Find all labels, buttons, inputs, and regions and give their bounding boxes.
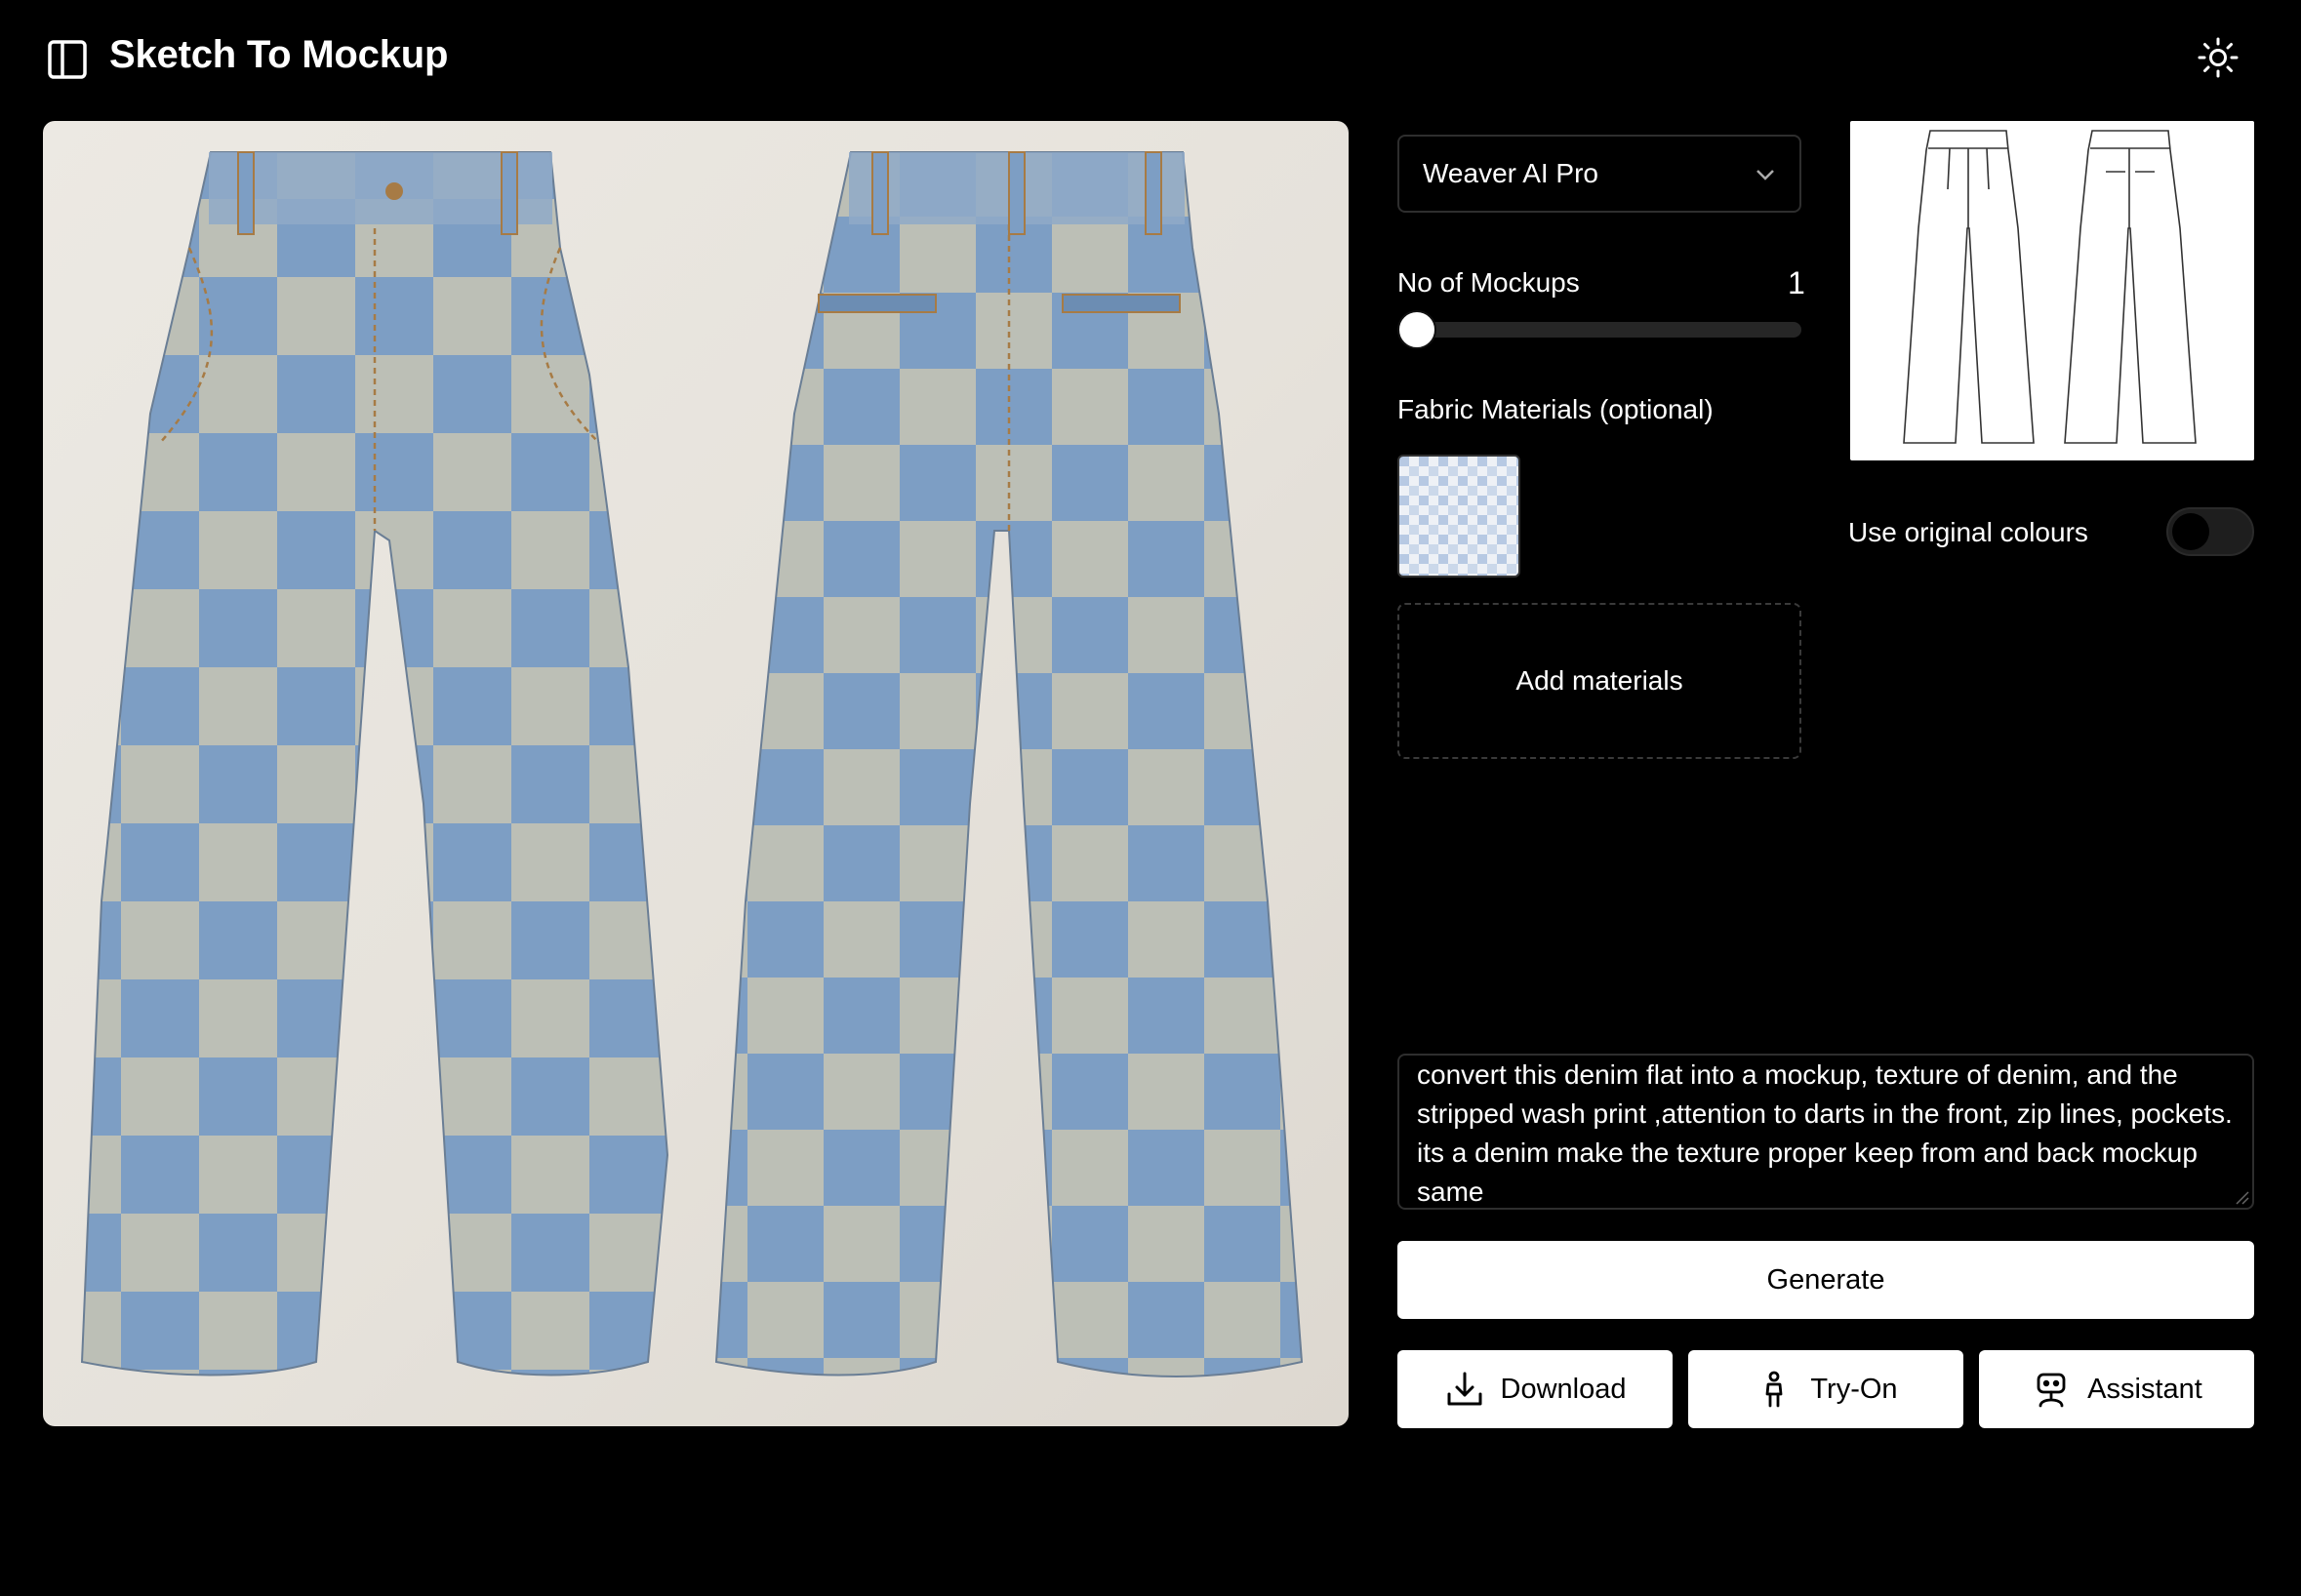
generate-button-label: Generate xyxy=(1766,1263,1885,1296)
try-on-button[interactable]: Try-On xyxy=(1688,1350,1963,1428)
app-title: Sketch To Mockup xyxy=(109,33,449,76)
mockups-count-slider[interactable] xyxy=(1397,310,1801,349)
assistant-button[interactable]: Assistant xyxy=(1979,1350,2254,1428)
slider-thumb[interactable] xyxy=(1397,310,1436,349)
model-select-value: Weaver AI Pro xyxy=(1423,158,1599,188)
back-jeans-view xyxy=(714,151,1304,1377)
try-on-button-label: Try-On xyxy=(1810,1373,1898,1405)
use-original-colours-label: Use original colours xyxy=(1848,517,2088,547)
resize-grip-icon[interactable] xyxy=(2235,1190,2250,1206)
add-materials-dropzone[interactable]: Add materials xyxy=(1397,603,1801,759)
chevron-down-icon xyxy=(1756,170,1774,180)
prompt-input[interactable]: convert this denim flat into a mockup, t… xyxy=(1397,1054,2254,1210)
mockups-count-label: No of Mockups xyxy=(1397,267,1580,298)
source-sketch-image xyxy=(1850,121,2254,460)
fabric-swatch-thumbnail[interactable] xyxy=(1397,455,1520,578)
assistant-button-label: Assistant xyxy=(2087,1373,2202,1405)
front-jeans-view xyxy=(80,151,669,1377)
mockups-count-value: 1 xyxy=(1788,265,1805,300)
use-original-colours-toggle[interactable] xyxy=(2166,507,2254,556)
download-icon xyxy=(1447,1372,1481,1406)
app-header: Sketch To Mockup xyxy=(0,0,2301,115)
download-button[interactable]: Download xyxy=(1397,1350,1673,1428)
robot-icon xyxy=(2037,1373,2066,1408)
generate-button[interactable]: Generate xyxy=(1397,1241,2254,1319)
sidebar-panel-icon[interactable] xyxy=(47,39,88,80)
mockup-preview-image xyxy=(43,121,1349,1426)
add-materials-label: Add materials xyxy=(1515,665,1683,696)
model-select[interactable]: Weaver AI Pro xyxy=(1397,135,1801,213)
sun-icon[interactable] xyxy=(2198,37,2239,78)
download-button-label: Download xyxy=(1500,1373,1627,1405)
toggle-knob xyxy=(2172,513,2209,550)
fabric-materials-label: Fabric Materials (optional) xyxy=(1397,394,1714,424)
person-icon xyxy=(1766,1371,1783,1408)
